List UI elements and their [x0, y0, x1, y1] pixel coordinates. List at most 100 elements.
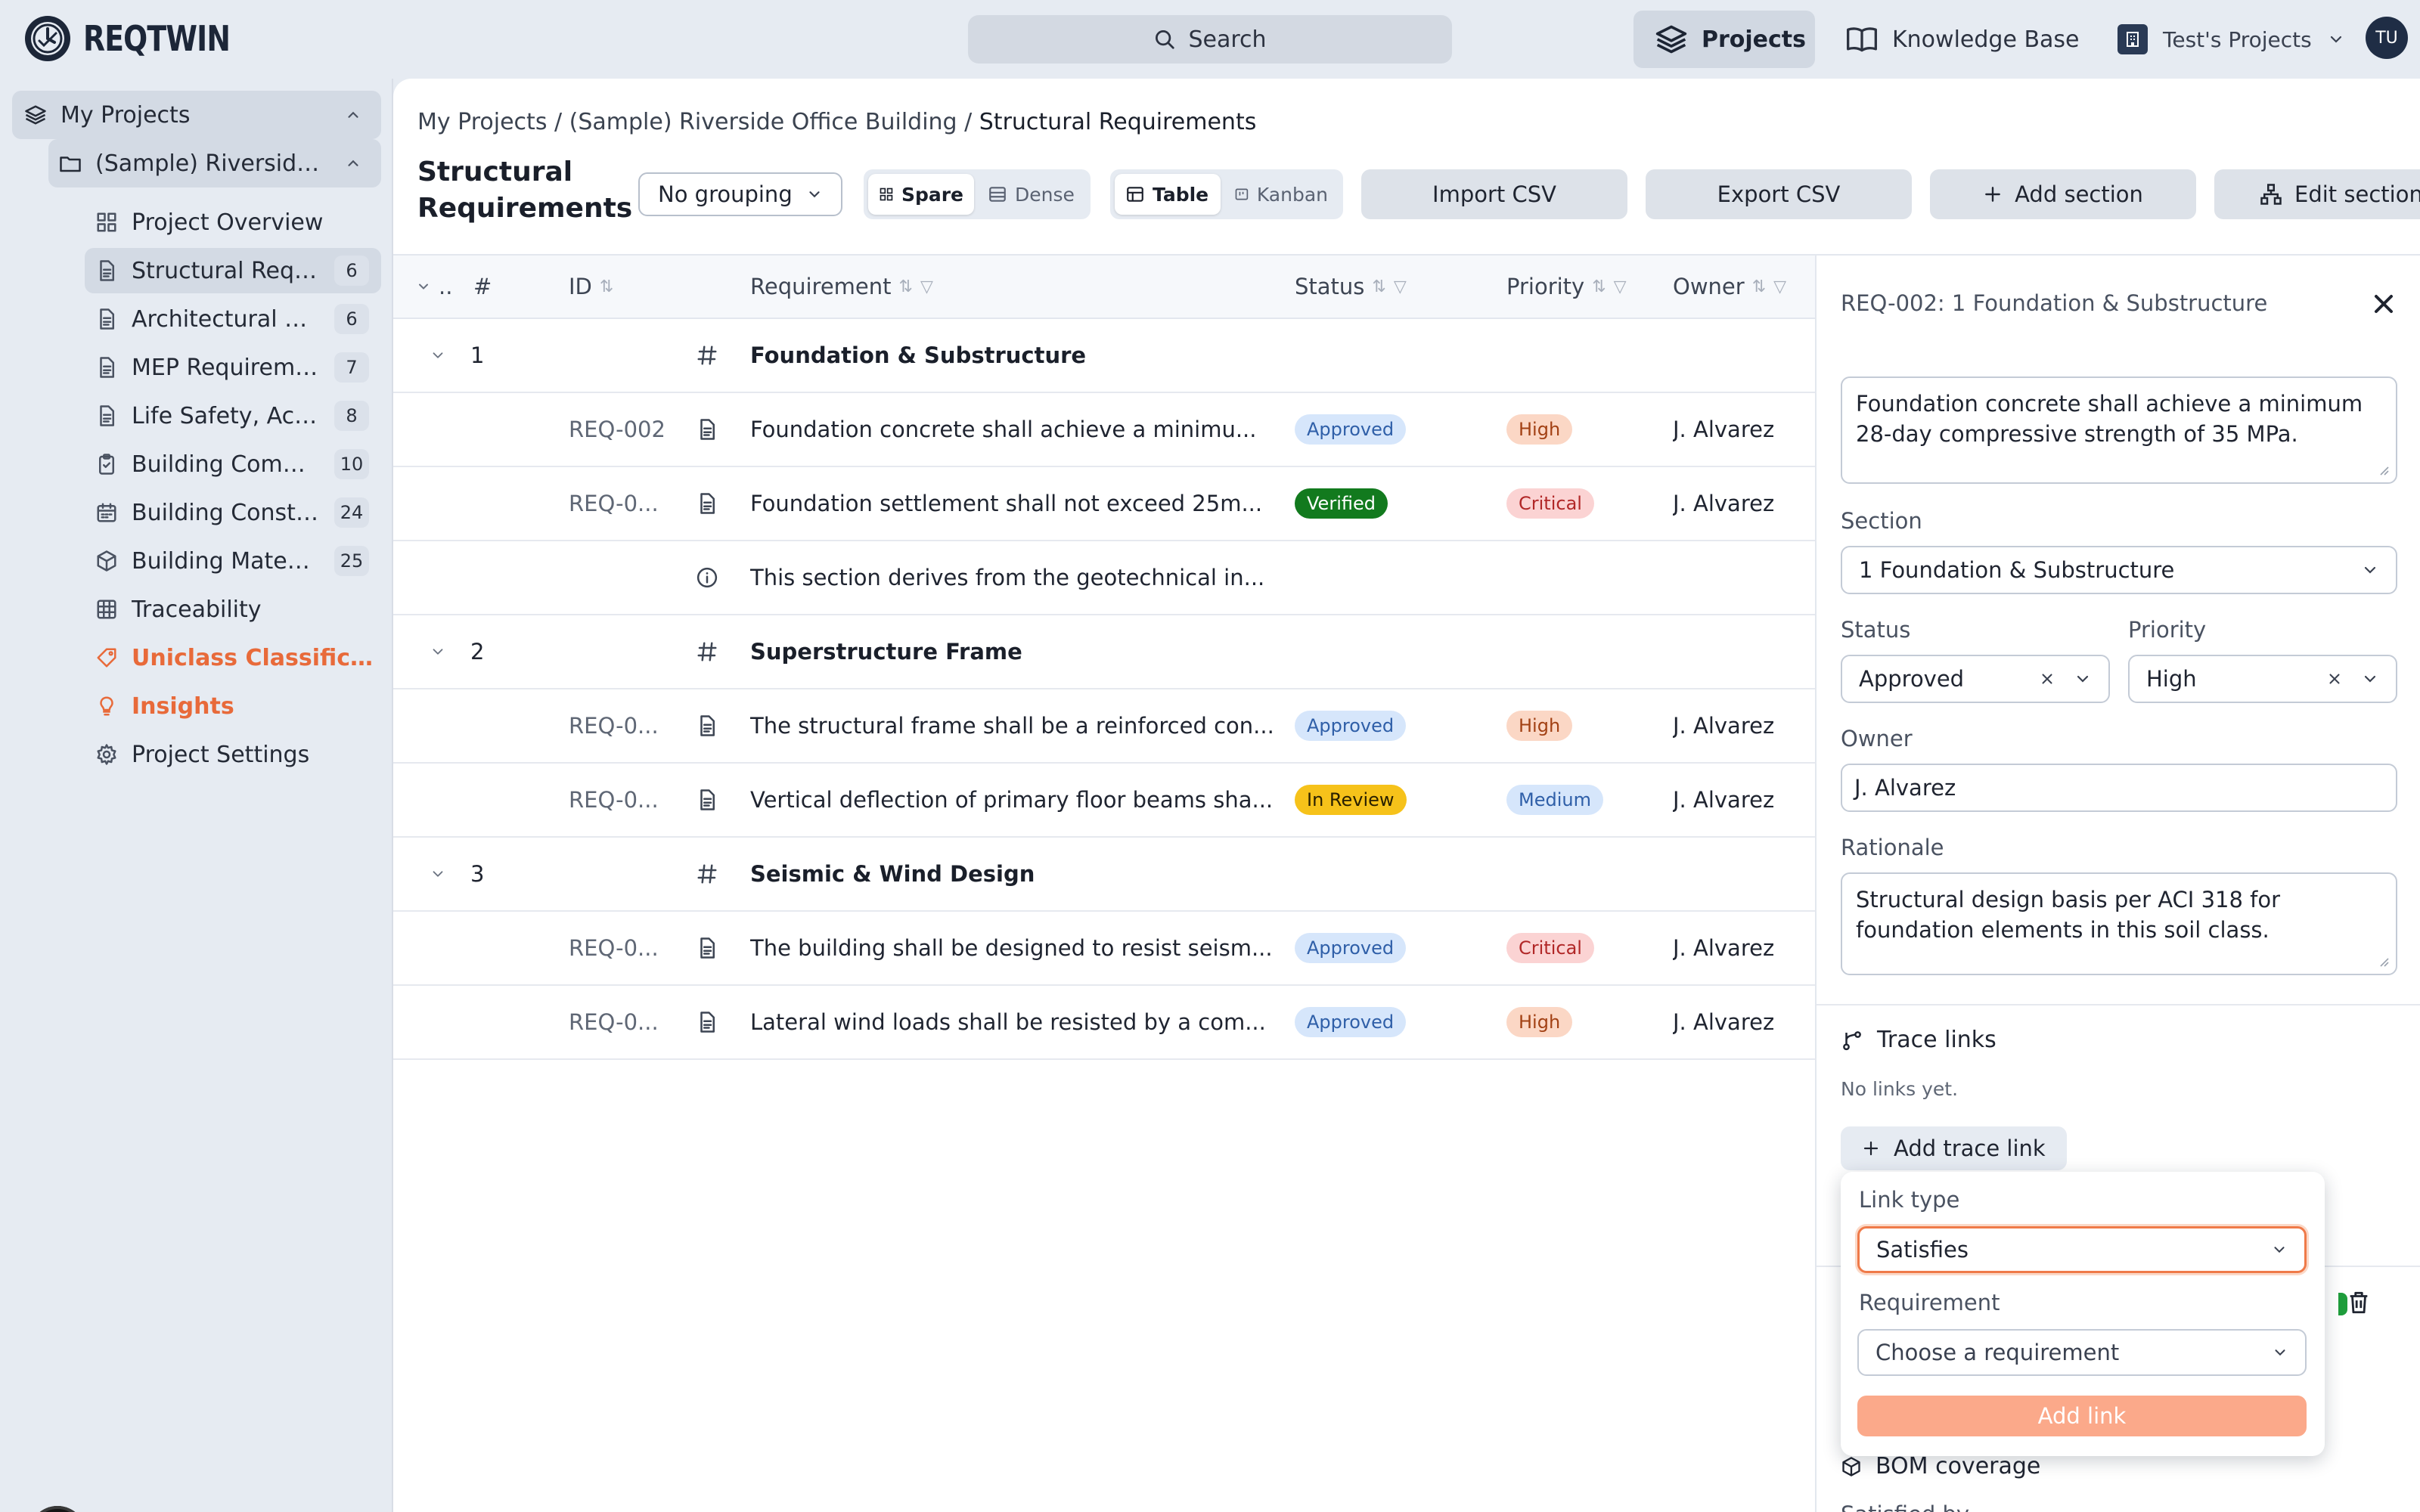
priority-cell[interactable]: Critical	[1506, 467, 1594, 540]
requirement-select[interactable]: Choose a requirement	[1857, 1329, 2307, 1376]
expand-all-toggle[interactable]: ..	[416, 274, 452, 299]
user-avatar[interactable]: TU	[2366, 17, 2408, 59]
requirement-row[interactable]: REQ-0... Vertical deflection of primary f…	[393, 764, 1815, 838]
view-kanban-button[interactable]: Kanban	[1224, 174, 1339, 215]
sidebar-item-project-settings[interactable]: Project Settings	[85, 732, 381, 777]
collapse-toggle[interactable]	[430, 319, 446, 392]
status-cell[interactable]: Approved	[1295, 393, 1407, 466]
search-bar[interactable]: Search	[968, 15, 1452, 64]
app-logo[interactable]: REQTWIN	[23, 14, 262, 64]
breadcrumb-root[interactable]: My Projects /	[417, 109, 569, 135]
sidebar-item-building-materials[interactable]: Building Materials 25	[85, 538, 381, 584]
requirement-text: Foundation settlement shall not exceed 2…	[750, 491, 1263, 516]
sidebar-item-architectural-interiors[interactable]: Architectural & Interiors 6	[85, 296, 381, 342]
header-id[interactable]: ID ⇅	[569, 274, 613, 299]
edit-sections-button[interactable]: Edit sections	[2214, 169, 2420, 219]
clear-icon[interactable]	[2326, 671, 2343, 687]
resize-handle-icon[interactable]	[2376, 463, 2390, 476]
header-requirement[interactable]: Requirement ⇅ ▽	[750, 274, 933, 299]
requirement-row[interactable]: REQ-0... The structural frame shall be a …	[393, 689, 1815, 764]
org-switcher[interactable]: Test's Projects	[2118, 11, 2345, 68]
status-cell[interactable]: In Review	[1295, 764, 1407, 836]
status-cell[interactable]: Approved	[1295, 912, 1407, 984]
section-row[interactable]: 2 Superstructure Frame	[393, 615, 1815, 689]
header-owner[interactable]: Owner ⇅ ▽	[1673, 274, 1786, 299]
filter-icon[interactable]: ▽	[920, 277, 933, 296]
breadcrumb-project[interactable]: (Sample) Riverside Office Building /	[569, 109, 979, 135]
priority-cell[interactable]: Critical	[1506, 912, 1594, 984]
density-spare-button[interactable]: Spare	[868, 174, 974, 215]
owner-cell: J. Alvarez	[1673, 713, 1775, 739]
density-dense-button[interactable]: Dense	[977, 174, 1086, 215]
sidebar-item-label: Building Materials	[132, 547, 319, 575]
grid-icon	[97, 212, 116, 232]
sidebar-item-mep-requirements[interactable]: MEP Requirements 7	[85, 345, 381, 390]
clear-icon[interactable]	[2039, 671, 2055, 687]
requirement-id: REQ-0...	[569, 787, 659, 813]
chevron-down-icon	[433, 871, 443, 877]
sidebar-item-building-compliance[interactable]: Building Compliance 10	[85, 442, 381, 487]
status-cell[interactable]: Approved	[1295, 689, 1407, 762]
trash-icon[interactable]	[2346, 1290, 2372, 1315]
rationale-text-area[interactable]: Structural design basis per ACI 318 for …	[1841, 872, 2397, 975]
note-row[interactable]: This section derives from the geotechnic…	[393, 541, 1815, 615]
export-csv-button[interactable]: Export CSV	[1646, 169, 1912, 219]
sidebar-item-insights[interactable]: Insights	[85, 683, 381, 729]
filter-icon[interactable]: ▽	[1614, 277, 1627, 296]
filter-icon[interactable]: ▽	[1773, 277, 1786, 296]
requirement-row[interactable]: REQ-0... The building shall be designed t…	[393, 912, 1815, 986]
filter-icon[interactable]: ▽	[1394, 277, 1407, 296]
sidebar-item-life-safety-accessibility[interactable]: Life Safety, Accessibility 8	[85, 393, 381, 438]
density-spare-label: Spare	[901, 183, 963, 206]
priority-cell[interactable]: High	[1506, 986, 1573, 1058]
add-section-button[interactable]: Add section	[1930, 169, 2196, 219]
priority-cell[interactable]: High	[1506, 393, 1573, 466]
sidebar-item-building-construction[interactable]: Building Construction 24	[85, 490, 381, 535]
section-row[interactable]: 1 Foundation & Substructure	[393, 319, 1815, 393]
book-icon	[1847, 27, 1877, 52]
sidebar-item-structural-requirements[interactable]: Structural Requirements 6	[85, 248, 381, 293]
header-number: #	[473, 274, 492, 299]
status-badge: Verified	[1295, 488, 1388, 519]
priority-cell[interactable]: High	[1506, 689, 1573, 762]
priority-select[interactable]: High	[2128, 655, 2397, 703]
close-icon[interactable]	[2369, 289, 2399, 319]
requirement-row[interactable]: REQ-0... Foundation settlement shall not …	[393, 467, 1815, 541]
status-select[interactable]: Approved	[1841, 655, 2110, 703]
sidebar-item-uniclass-classification[interactable]: Uniclass Classification	[85, 635, 381, 680]
collapse-toggle[interactable]	[430, 615, 446, 688]
add-link-button[interactable]: Add link	[1857, 1396, 2307, 1436]
section-row[interactable]: 3 Seismic & Wind Design	[393, 838, 1815, 912]
grouping-select[interactable]: No grouping	[638, 172, 842, 216]
nav-knowledge-base[interactable]: Knowledge Base	[1845, 11, 2080, 68]
link-type-select[interactable]: Satisfies	[1857, 1226, 2307, 1273]
nav-projects[interactable]: Projects	[1634, 11, 1815, 68]
add-section-label: Add section	[2015, 181, 2143, 207]
requirement-id: REQ-0...	[569, 713, 659, 739]
requirement-row[interactable]: REQ-002 Foundation concrete shall achieve…	[393, 393, 1815, 467]
chevron-down-icon	[2364, 675, 2376, 683]
section-label: Section	[1841, 508, 1922, 534]
requirement-select-label: Requirement	[1859, 1290, 2000, 1315]
requirement-text-area[interactable]: Foundation concrete shall achieve a mini…	[1841, 376, 2397, 484]
add-trace-link-button[interactable]: Add trace link	[1841, 1126, 2067, 1170]
sidebar-project[interactable]: (Sample) Riverside Office Building	[48, 139, 381, 187]
status-cell[interactable]: Approved	[1295, 986, 1407, 1058]
priority-cell[interactable]: Medium	[1506, 764, 1603, 836]
section-select[interactable]: 1 Foundation & Substructure	[1841, 546, 2397, 594]
hash-icon	[697, 864, 717, 884]
resize-handle-icon[interactable]	[2376, 954, 2390, 968]
collapse-toggle[interactable]	[430, 838, 446, 910]
status-badge: Approved	[1295, 1007, 1407, 1037]
import-csv-button[interactable]: Import CSV	[1361, 169, 1627, 219]
view-table-button[interactable]: Table	[1115, 174, 1221, 215]
requirement-row[interactable]: REQ-0... Lateral wind loads shall be resi…	[393, 986, 1815, 1060]
sidebar-root-my-projects[interactable]: My Projects	[12, 91, 381, 139]
status-cell[interactable]: Verified	[1295, 467, 1388, 540]
owner-input[interactable]: J. Alvarez	[1841, 764, 2397, 812]
header-status[interactable]: Status ⇅ ▽	[1295, 274, 1407, 299]
header-priority[interactable]: Priority ⇅ ▽	[1506, 274, 1627, 299]
sidebar-item-traceability[interactable]: Traceability	[85, 587, 381, 632]
dev-badge[interactable]: N	[29, 1506, 86, 1512]
sidebar-item-project-overview[interactable]: Project Overview	[85, 200, 381, 245]
